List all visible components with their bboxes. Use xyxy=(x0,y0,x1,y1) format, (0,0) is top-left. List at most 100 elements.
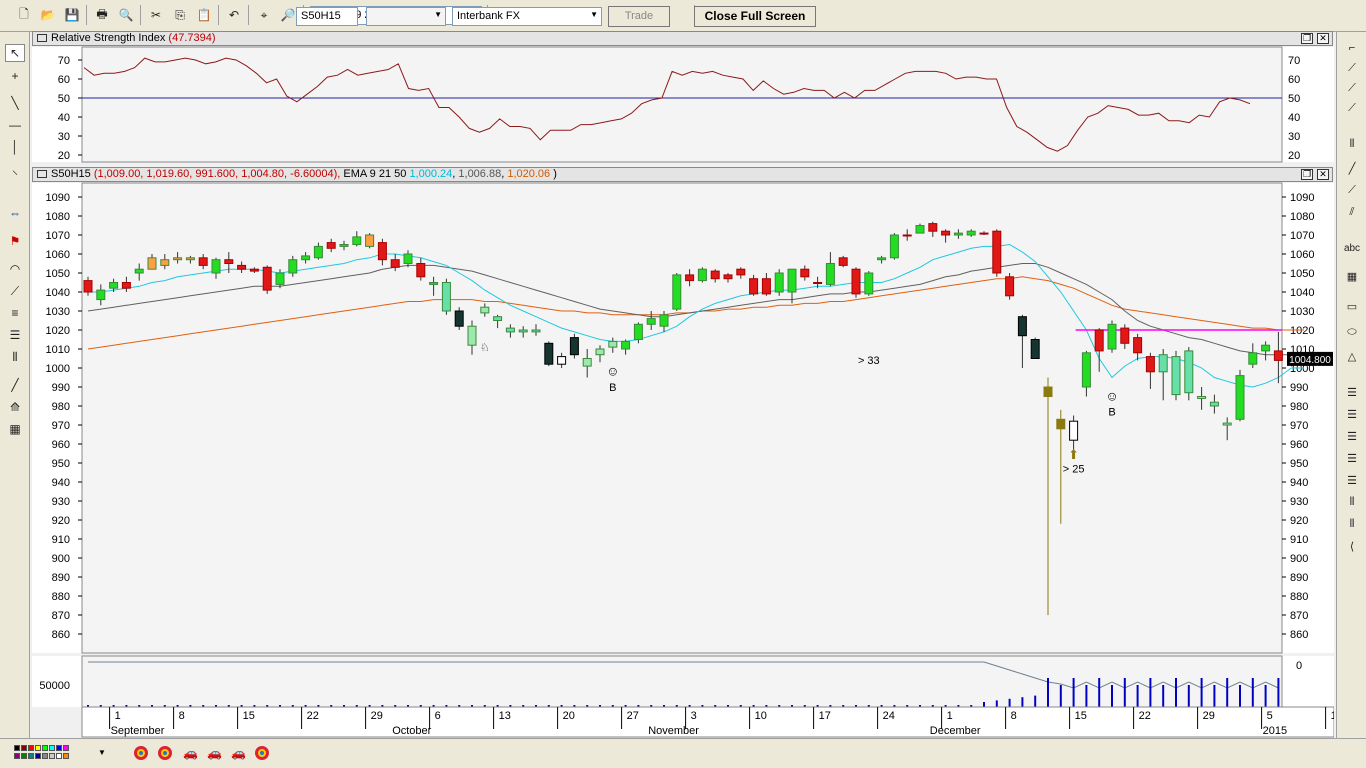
triangle-icon[interactable]: △ xyxy=(1343,348,1361,364)
chevron-down-icon[interactable]: ▼ xyxy=(590,10,598,19)
pointer-icon[interactable]: ↖ xyxy=(5,44,25,62)
browser-icon[interactable] xyxy=(134,746,148,760)
candle xyxy=(454,310,464,327)
cars-icon[interactable]: 🚗 xyxy=(207,747,223,760)
price-axis-label-right: 1060 xyxy=(1290,249,1314,261)
gann-fan-icon[interactable]: ⟰ xyxy=(5,398,25,416)
candle xyxy=(377,242,387,261)
levels-icon[interactable]: ☰ xyxy=(1343,406,1361,422)
period-select[interactable]: ▼ xyxy=(366,7,446,26)
close-full-screen-button[interactable]: Close Full Screen xyxy=(694,6,816,27)
rsi-axis-label-right: 70 xyxy=(1288,55,1300,67)
price-axis-label-left: 970 xyxy=(52,420,70,432)
levels-icon[interactable]: ☰ xyxy=(1343,428,1361,444)
cars-icon[interactable]: 🚗 xyxy=(231,747,247,760)
trendline-icon[interactable]: ╲ xyxy=(5,94,25,112)
fibonacci-retracement-icon[interactable]: ≡ xyxy=(5,304,25,322)
trend-arrow-icon[interactable]: ⟋ xyxy=(1343,80,1361,96)
chart-annotation: > 33 xyxy=(858,355,880,367)
candle xyxy=(403,253,413,264)
levels-icon[interactable]: ⦀ xyxy=(1343,516,1361,532)
fan-icon[interactable]: ⟋ xyxy=(5,282,25,300)
price-axis-label-left: 920 xyxy=(52,515,70,527)
text-tool-icon[interactable]: abc xyxy=(1343,240,1361,256)
month-label: October xyxy=(392,725,431,737)
candle xyxy=(518,329,528,333)
browser-icon[interactable] xyxy=(255,746,269,760)
candle xyxy=(429,282,439,285)
channel-icon[interactable]: ⇔ xyxy=(5,204,25,222)
candle xyxy=(877,257,887,261)
candle xyxy=(147,257,157,270)
candle xyxy=(1120,327,1130,344)
candle xyxy=(928,223,938,232)
candle xyxy=(813,282,823,284)
candle xyxy=(96,289,106,301)
new-file-icon[interactable]: 🗋 xyxy=(14,5,34,25)
candle xyxy=(288,259,298,274)
price-axis-label-left: 990 xyxy=(52,382,70,394)
price-axis-label-right: 1020 xyxy=(1290,325,1314,337)
fibonacci-levels-icon[interactable]: ☰ xyxy=(5,326,25,344)
time-tick-label: 20 xyxy=(563,710,575,722)
time-tick-label: 1 xyxy=(947,710,953,722)
color-palette[interactable] xyxy=(14,745,82,763)
ray-icon[interactable]: ╱ xyxy=(1343,160,1361,176)
candle xyxy=(915,225,925,234)
browser-icon[interactable] xyxy=(158,746,172,760)
palette-dropdown-icon[interactable]: ▼ xyxy=(98,748,106,757)
candle xyxy=(531,329,541,333)
candle xyxy=(1261,344,1271,352)
vertex-line-icon[interactable]: ⸜ xyxy=(5,160,25,178)
trade-button[interactable]: Trade xyxy=(608,6,670,27)
candle xyxy=(160,259,170,266)
cars-icon[interactable]: 🚗 xyxy=(183,747,199,760)
parallel-lines-icon[interactable]: ⦀ xyxy=(1343,136,1361,152)
candle xyxy=(1030,339,1040,359)
candle xyxy=(1222,422,1232,426)
calculator-icon[interactable]: ▦ xyxy=(1343,268,1361,284)
candle xyxy=(774,272,784,293)
grid-pattern-icon[interactable]: ▦ xyxy=(5,420,25,438)
candle xyxy=(659,314,669,327)
price-axis-label-right: 890 xyxy=(1290,572,1308,584)
price-axis-label-left: 1030 xyxy=(46,306,70,318)
rectangle-icon[interactable]: ▭ xyxy=(1343,298,1361,314)
trend-arrow-icon[interactable]: ⟋ xyxy=(1343,60,1361,76)
levels-icon[interactable]: ☰ xyxy=(1343,384,1361,400)
chart-canvas[interactable]: 70 7060 6050 5040 4030 3020 201090 10901080 1080… xyxy=(32,0,1334,738)
crosshair-tool-icon[interactable]: + xyxy=(5,67,25,85)
time-zones-icon[interactable]: ⦀ xyxy=(5,348,25,366)
candle xyxy=(966,230,976,236)
candle xyxy=(582,358,592,367)
candle xyxy=(1184,350,1194,394)
horizontal-line-icon[interactable]: — xyxy=(5,116,25,134)
market-select[interactable]: Interbank FX ▼ xyxy=(452,7,602,26)
candle xyxy=(1209,401,1219,407)
levels-icon[interactable]: ⦀ xyxy=(1343,494,1361,510)
levels-icon[interactable]: ☰ xyxy=(1343,472,1361,488)
pitchfork-icon[interactable]: ⟋ xyxy=(1343,182,1361,198)
time-tick-label: 15 xyxy=(1075,710,1087,722)
candle xyxy=(326,242,336,249)
curve-icon[interactable]: ⟨ xyxy=(1343,538,1361,554)
price-axis-label-right: 1050 xyxy=(1290,268,1314,280)
chevron-down-icon[interactable]: ▼ xyxy=(434,10,442,19)
ellipse-icon[interactable]: ⬭ xyxy=(1343,324,1361,340)
volume-zero-label: 0 xyxy=(1296,660,1302,672)
line-segment-icon[interactable]: ╱ xyxy=(5,376,25,394)
vertical-line-icon[interactable]: │ xyxy=(5,138,25,156)
candle xyxy=(109,282,119,289)
fan-lines-icon[interactable]: ⫽ xyxy=(1343,204,1361,220)
month-label: November xyxy=(648,725,699,737)
flag-icon[interactable]: ⚑ xyxy=(5,232,25,250)
arc-icon[interactable]: ◠ xyxy=(5,260,25,278)
price-axis-label-right: 880 xyxy=(1290,591,1308,603)
levels-icon[interactable]: ☰ xyxy=(1343,450,1361,466)
time-tick-label: 3 xyxy=(691,710,697,722)
candle xyxy=(173,257,183,261)
corner-tool-icon[interactable]: ⌐ xyxy=(1343,40,1361,56)
symbol-box[interactable]: S50H15 xyxy=(296,7,358,26)
channel-arrow-icon[interactable]: ⟋ xyxy=(1343,100,1361,116)
candle xyxy=(83,280,93,293)
